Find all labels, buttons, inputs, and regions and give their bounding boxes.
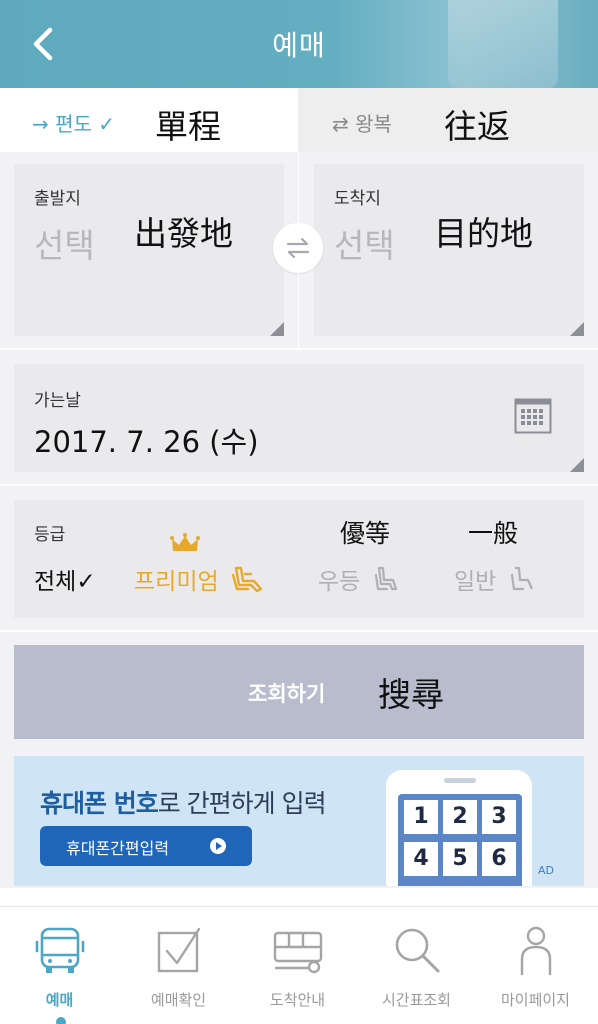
tab-round-trip-label: ⇄ 왕복 bbox=[332, 112, 392, 136]
ad-cta-label: 휴대폰간편입력 bbox=[66, 839, 170, 858]
premium-seat-icon bbox=[231, 566, 263, 593]
swap-route-button[interactable] bbox=[273, 223, 323, 273]
tab-one-way[interactable]: → 편도 ✓ 單程 bbox=[0, 88, 298, 152]
corner-mark bbox=[570, 458, 584, 472]
ad-cta-button[interactable]: 휴대폰간편입력 bbox=[40, 826, 252, 866]
play-icon bbox=[210, 838, 226, 854]
arrival-value: 선택 bbox=[334, 226, 395, 265]
checkbox-icon bbox=[157, 927, 201, 973]
tab-round-trip-annotation: 往返 bbox=[444, 107, 510, 146]
keypad-key: 4 bbox=[404, 842, 438, 876]
departure-selector[interactable]: 출발지 선택 出發地 bbox=[14, 164, 284, 336]
nav-label: 시간표조회 bbox=[381, 991, 451, 1009]
section-divider bbox=[0, 348, 598, 350]
departure-label: 출발지 bbox=[34, 189, 81, 209]
active-indicator bbox=[56, 1017, 66, 1024]
arrival-annotation: 目的地 bbox=[434, 214, 533, 253]
search-annotation: 搜尋 bbox=[378, 675, 444, 714]
ad-headline-bold: 휴대폰 번호 bbox=[40, 789, 159, 818]
date-value: 2017. 7. 26 (수) bbox=[34, 425, 259, 459]
nav-item-mypage[interactable]: 마이페이지 bbox=[476, 907, 595, 1024]
nav-item-booking-check[interactable]: 예매확인 bbox=[119, 907, 238, 1024]
search-icon bbox=[395, 928, 440, 973]
search-button-label: 조회하기 bbox=[248, 682, 326, 706]
grade-superior-annotation: 優等 bbox=[340, 519, 391, 548]
ad-headline: 휴대폰 번호로 간편하게 입력 bbox=[40, 784, 327, 820]
departure-value: 선택 bbox=[34, 226, 95, 265]
nav-label: 도착안내 bbox=[269, 991, 326, 1009]
arrival-label: 도착지 bbox=[334, 189, 381, 209]
phone-speaker bbox=[444, 778, 476, 783]
phone-illustration: 1 2 3 4 5 6 bbox=[386, 770, 532, 886]
date-label: 가는날 bbox=[34, 391, 81, 411]
trip-type-tabs: → 편도 ✓ 單程 ⇄ 왕복 往返 bbox=[0, 88, 598, 152]
nav-label: 마이페이지 bbox=[500, 991, 570, 1009]
bus-side-icon bbox=[273, 931, 323, 974]
superior-seat-icon bbox=[374, 566, 397, 591]
ad-banner[interactable]: 휴대폰 번호로 간편하게 입력 휴대폰간편입력 1 2 3 4 5 6 AD bbox=[14, 756, 584, 886]
nav-item-booking[interactable]: 예매 bbox=[0, 907, 119, 1024]
app-header: 예매 bbox=[0, 0, 598, 88]
section-divider bbox=[0, 484, 598, 486]
grade-superior-label: 우등 bbox=[318, 569, 361, 595]
date-selector[interactable]: 가는날 2017. 7. 26 (수) bbox=[14, 364, 584, 472]
tab-round-trip[interactable]: ⇄ 왕복 往返 bbox=[298, 88, 598, 152]
arrival-selector[interactable]: 도착지 선택 目的地 bbox=[314, 164, 584, 336]
grade-option-general[interactable]: 일반 bbox=[454, 562, 536, 596]
person-icon bbox=[520, 926, 552, 975]
tab-one-way-label: → 편도 ✓ bbox=[32, 112, 116, 136]
grade-general-label: 일반 bbox=[454, 569, 497, 595]
keypad-key: 6 bbox=[482, 842, 516, 876]
grade-selector: 등급 優等 一般 전체✓ 프리미엄 우등 일반 bbox=[14, 500, 584, 618]
swap-arrows-icon bbox=[286, 237, 310, 259]
tab-one-way-annotation: 單程 bbox=[155, 107, 221, 146]
keypad-key: 2 bbox=[443, 800, 477, 834]
keypad-key: 1 bbox=[404, 800, 438, 834]
calendar-icon[interactable] bbox=[514, 398, 552, 434]
ad-tag: AD bbox=[538, 864, 554, 877]
corner-mark bbox=[270, 322, 284, 336]
search-button[interactable]: 조회하기 搜尋 bbox=[14, 645, 584, 739]
grade-label: 등급 bbox=[34, 525, 66, 545]
nav-item-arrival-info[interactable]: 도착안내 bbox=[238, 907, 357, 1024]
grade-general-annotation: 一般 bbox=[468, 519, 519, 548]
nav-item-timetable[interactable]: 시간표조회 bbox=[357, 907, 476, 1024]
nav-label: 예매확인 bbox=[150, 991, 207, 1009]
keypad-key: 5 bbox=[443, 842, 477, 876]
nav-label: 예매 bbox=[45, 991, 74, 1009]
bus-icon bbox=[35, 927, 85, 973]
general-seat-icon bbox=[510, 566, 533, 591]
corner-mark bbox=[570, 322, 584, 336]
crown-icon bbox=[170, 533, 200, 551]
keypad-key: 3 bbox=[482, 800, 516, 834]
page-title: 예매 bbox=[272, 29, 326, 62]
grade-option-superior[interactable]: 우등 bbox=[318, 562, 400, 596]
keypad-illustration: 1 2 3 4 5 6 bbox=[398, 794, 522, 886]
grade-option-premium[interactable]: 프리미엄 bbox=[134, 562, 264, 596]
bottom-nav: 예매 예매확인 도착안내 시간표조회 마이페이지 bbox=[0, 906, 598, 1024]
departure-annotation: 出發地 bbox=[134, 214, 233, 253]
ad-headline-rest: 로 간편하게 입력 bbox=[157, 789, 327, 818]
grade-premium-label: 프리미엄 bbox=[134, 569, 219, 595]
section-divider bbox=[0, 630, 598, 632]
grade-option-all[interactable]: 전체✓ bbox=[34, 562, 96, 596]
